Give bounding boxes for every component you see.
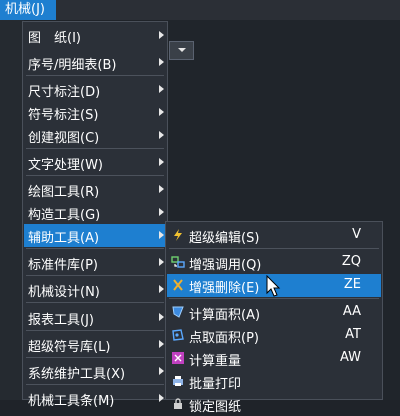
lightning-icon [171, 228, 185, 242]
submenu-arrow-icon [159, 131, 164, 139]
lock-icon [171, 397, 185, 411]
menu-item-drawing[interactable]: 图 纸(I) [24, 24, 167, 47]
submenu-item-super-edit[interactable]: 超级编辑(S) V [167, 224, 381, 247]
submenu-arrow-icon [159, 158, 164, 166]
menu-item-symbol-annotation[interactable]: 符号标注(S) [24, 101, 167, 124]
weight-icon [171, 351, 185, 365]
call-icon [171, 255, 185, 269]
area-icon [171, 305, 185, 319]
chevron-down-icon [178, 48, 186, 52]
submenu-item-batch-print[interactable]: 批量打印 [167, 370, 381, 393]
dropdown-toggle[interactable] [169, 41, 194, 60]
menu-item-text-processing[interactable]: 文字处理(W) [24, 151, 167, 174]
menu-separator [26, 148, 164, 149]
menu-item-mechanical-toolbar[interactable]: 机械工具条(M) [24, 387, 167, 410]
submenu-arrow-icon [159, 185, 164, 193]
submenu-arrow-icon [159, 31, 164, 39]
menu-item-system-maintenance[interactable]: 系统维护工具(X) [24, 360, 167, 383]
submenu-arrow-icon [159, 258, 164, 266]
menu-separator [26, 248, 164, 249]
mouse-cursor-icon [266, 274, 282, 299]
menu-item-drawing-tools[interactable]: 绘图工具(R) [24, 178, 167, 201]
menu-item-report-tools[interactable]: 报表工具(J) [24, 306, 167, 329]
submenu-item-enhanced-call[interactable]: 增强调用(Q) ZQ [167, 251, 381, 274]
menu-separator [26, 330, 164, 331]
menu-item-serial-bom[interactable]: 序号/明细表(B) [24, 51, 167, 74]
menu-item-mechanical-design[interactable]: 机械设计(N) [24, 278, 167, 301]
menu-item-standard-parts[interactable]: 标准件库(P) [24, 251, 167, 274]
submenu-item-calculate-weight[interactable]: 计算重量 AW [167, 347, 381, 370]
auxiliary-tools-submenu: 超级编辑(S) V 增强调用(Q) ZQ 增强删除(E) ZE 计算面积(A) … [165, 221, 383, 415]
submenu-arrow-icon [159, 85, 164, 93]
submenu-item-lock-drawing[interactable]: 锁定图纸 [167, 393, 381, 416]
menu-separator [26, 275, 164, 276]
submenu-arrow-icon [159, 285, 164, 293]
menu-separator [26, 302, 164, 303]
submenu-item-calculate-area[interactable]: 计算面积(A) AA [167, 301, 381, 324]
background-left-strip [0, 20, 24, 400]
pick-area-icon [171, 328, 185, 342]
menu-item-super-symbol-library[interactable]: 超级符号库(L) [24, 333, 167, 356]
menu-item-dimension[interactable]: 尺寸标注(D) [24, 78, 167, 101]
delete-icon [171, 278, 185, 292]
submenu-arrow-icon [159, 367, 164, 375]
mechanical-menu: 图 纸(I) 序号/明细表(B) 尺寸标注(D) 符号标注(S) 创建视图(C)… [22, 21, 168, 409]
menu-bar: 机械(J) [0, 0, 400, 20]
menu-separator [26, 175, 164, 176]
submenu-arrow-icon [159, 394, 164, 402]
submenu-item-pick-area[interactable]: 点取面积(P) AT [167, 324, 381, 347]
submenu-arrow-icon [159, 313, 164, 321]
submenu-arrow-icon [159, 108, 164, 116]
menu-separator [169, 248, 379, 249]
menu-item-create-view[interactable]: 创建视图(C) [24, 124, 167, 147]
submenu-arrow-icon [159, 231, 164, 239]
submenu-arrow-icon [159, 208, 164, 216]
menu-item-construction-tools[interactable]: 构造工具(G) [24, 201, 167, 224]
menu-separator [26, 384, 164, 385]
print-icon [171, 374, 185, 388]
submenu-arrow-icon [159, 340, 164, 348]
menubar-item-mechanical[interactable]: 机械(J) [0, 0, 56, 20]
menu-item-auxiliary-tools[interactable]: 辅助工具(A) [24, 224, 167, 247]
menu-separator [26, 357, 164, 358]
menu-separator [26, 75, 164, 76]
submenu-arrow-icon [159, 58, 164, 66]
